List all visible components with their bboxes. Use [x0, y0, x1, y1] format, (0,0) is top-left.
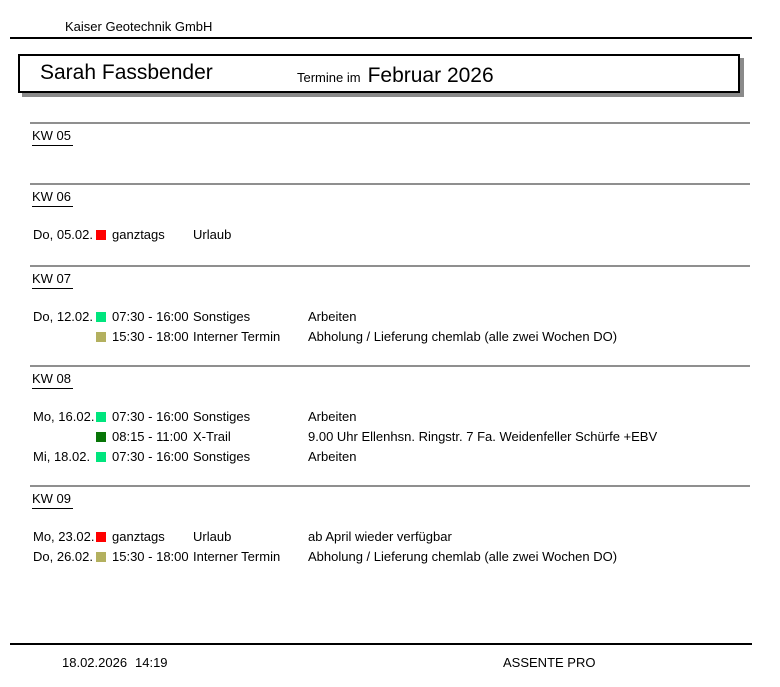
day-label: Mo, 23.02.	[33, 529, 94, 544]
time-label: 07:30 - 16:00	[112, 449, 189, 464]
week-label: KW 05	[32, 128, 73, 146]
company-name: Kaiser Geotechnik GmbH	[65, 19, 212, 34]
time-label: 15:30 - 18:00	[112, 329, 189, 344]
time-label: ganztags	[112, 529, 165, 544]
dark-green-category-square-icon	[96, 432, 106, 442]
red-category-square-icon	[96, 532, 106, 542]
description-label: 9.00 Uhr Ellenhsn. Ringstr. 7 Fa. Weiden…	[308, 429, 657, 444]
red-category-square-icon	[96, 230, 106, 240]
description-label: Abholung / Lieferung chemlab (alle zwei …	[308, 329, 617, 344]
day-label: Mo, 16.02.	[33, 409, 94, 424]
appointment-row: 08:15 - 11:00 X-Trail 9.00 Uhr Ellenhsn. R…	[0, 427, 780, 447]
appointment-type-label: Urlaub	[193, 529, 231, 544]
appointment-type-label: Sonstiges	[193, 449, 250, 464]
footer-time: 14:19	[135, 655, 168, 670]
appointment-row: 15:30 - 18:00 Interner Termin Abholung / L…	[0, 327, 780, 347]
khaki-category-square-icon	[96, 552, 106, 562]
person-name: Sarah Fassbender	[40, 61, 213, 85]
app-name: ASSENTE PRO	[503, 655, 595, 670]
week-divider	[30, 365, 750, 367]
time-label: 07:30 - 16:00	[112, 409, 189, 424]
appointment-type-label: Urlaub	[193, 227, 231, 242]
day-label: Mi, 18.02.	[33, 449, 90, 464]
day-label: Do, 12.02.	[33, 309, 93, 324]
title-box: Sarah Fassbender Termine im Februar 2026	[18, 54, 740, 93]
description-label: Abholung / Lieferung chemlab (alle zwei …	[308, 549, 617, 564]
report-title: Termine im Februar 2026	[297, 56, 494, 99]
appointment-row: Do, 05.02. ganztags Urlaub	[0, 225, 780, 245]
week-label: KW 07	[32, 271, 73, 289]
week-divider	[30, 122, 750, 124]
spring-green-category-square-icon	[96, 452, 106, 462]
description-label: Arbeiten	[308, 409, 356, 424]
week-divider	[30, 485, 750, 487]
appointment-type-label: Interner Termin	[193, 549, 280, 564]
report-page: Kaiser Geotechnik GmbH Sarah Fassbender …	[0, 0, 780, 687]
week-divider	[30, 265, 750, 267]
appointment-row: Do, 26.02. 15:30 - 18:00 Interner Termin Ab…	[0, 547, 780, 567]
spring-green-category-square-icon	[96, 312, 106, 322]
header-divider	[10, 37, 752, 39]
appointment-row: Mi, 18.02. 07:30 - 16:00 Sonstiges Arbeiten	[0, 447, 780, 467]
title-prefix: Termine im	[297, 70, 361, 85]
week-label: KW 08	[32, 371, 73, 389]
time-label: 08:15 - 11:00	[112, 429, 188, 444]
khaki-category-square-icon	[96, 332, 106, 342]
appointment-type-label: Interner Termin	[193, 329, 280, 344]
appointment-row: Mo, 16.02. 07:30 - 16:00 Sonstiges Arbeiten	[0, 407, 780, 427]
footer-divider	[10, 643, 752, 645]
description-label: Arbeiten	[308, 449, 356, 464]
time-label: 15:30 - 18:00	[112, 549, 189, 564]
description-label: Arbeiten	[308, 309, 356, 324]
day-label: Do, 26.02.	[33, 549, 93, 564]
month-title: Februar 2026	[368, 64, 494, 88]
spring-green-category-square-icon	[96, 412, 106, 422]
appointment-row: Do, 12.02. 07:30 - 16:00 Sonstiges Arbeiten	[0, 307, 780, 327]
week-divider	[30, 183, 750, 185]
description-label: ab April wieder verfügbar	[308, 529, 452, 544]
appointment-row: Mo, 23.02. ganztags Urlaub ab April wieder …	[0, 527, 780, 547]
appointment-type-label: Sonstiges	[193, 309, 250, 324]
week-label: KW 06	[32, 189, 73, 207]
week-label: KW 09	[32, 491, 73, 509]
time-label: ganztags	[112, 227, 165, 242]
time-label: 07:30 - 16:00	[112, 309, 189, 324]
day-label: Do, 05.02.	[33, 227, 93, 242]
footer-date: 18.02.2026	[62, 655, 127, 670]
appointment-type-label: Sonstiges	[193, 409, 250, 424]
appointment-type-label: X-Trail	[193, 429, 231, 444]
